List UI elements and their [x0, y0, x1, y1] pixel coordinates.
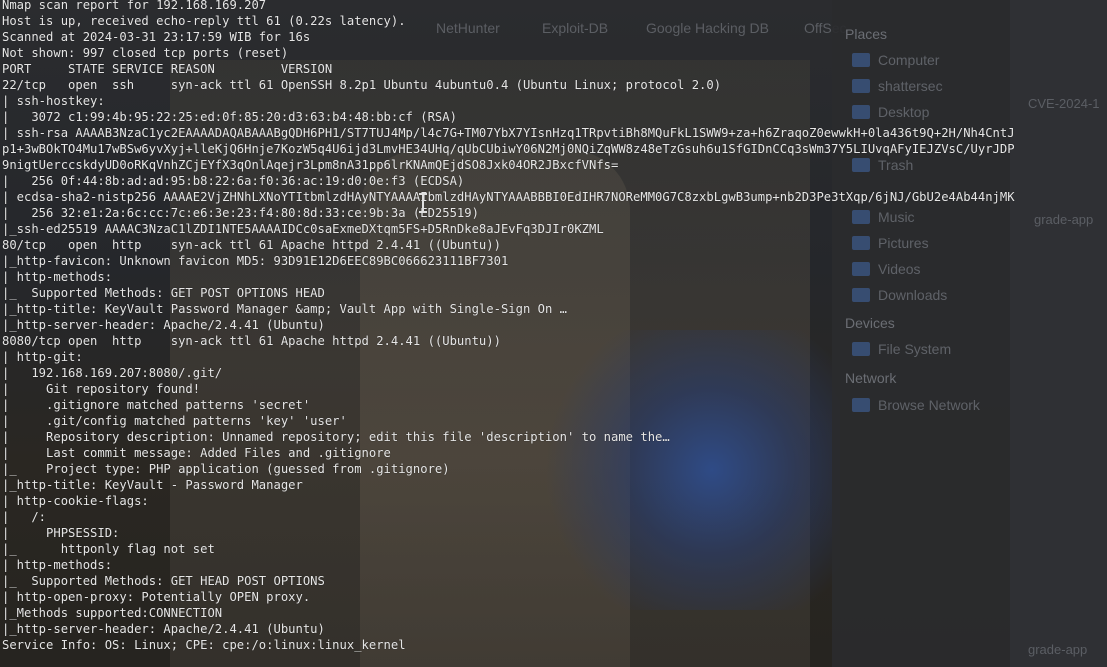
text-cursor [419, 193, 427, 213]
terminal-line: | Git repository found! [2, 382, 201, 396]
terminal-line: |_http-favicon: Unknown favicon MD5: 93D… [2, 254, 509, 268]
terminal-line: 22/tcp open ssh syn-ack ttl 61 OpenSSH 8… [2, 78, 722, 92]
terminal-line: | http-methods: [2, 558, 113, 572]
terminal-line: | .git/config matched patterns 'key' 'us… [2, 414, 347, 428]
terminal-line: Not shown: 997 closed tcp ports (reset) [2, 46, 289, 60]
terminal-line: | ssh-hostkey: [2, 94, 105, 108]
terminal-line: 8080/tcp open http syn-ack ttl 61 Apache… [2, 334, 501, 348]
terminal-line: | http-open-proxy: Potentially OPEN prox… [2, 590, 311, 604]
terminal-line: | 192.168.169.207:8080/.git/ [2, 366, 223, 380]
terminal-line: | /: [2, 510, 47, 524]
terminal-line: Scanned at 2024-03-31 23:17:59 WIB for 1… [2, 30, 311, 44]
terminal-line: |_ Project type: PHP application (guesse… [2, 462, 450, 476]
terminal-line: | PHPSESSID: [2, 526, 120, 540]
terminal-line: | Repository description: Unnamed reposi… [2, 430, 670, 444]
terminal-line: |_ Supported Methods: GET POST OPTIONS H… [2, 286, 325, 300]
terminal-line: |_ httponly flag not set [2, 542, 215, 556]
terminal-line: | ecdsa-sha2-nistp256 AAAAE2VjZHNhLXNoYT… [2, 190, 1015, 204]
terminal-line: Nmap scan report for 192.168.169.207 [2, 0, 267, 12]
terminal-line: | .gitignore matched patterns 'secret' [2, 398, 311, 412]
file-item: grade-app [1034, 212, 1094, 227]
terminal-line: PORT STATE SERVICE REASON VERSION [2, 62, 333, 76]
terminal-line: | 256 32:e1:2a:6c:cc:7c:e6:3e:23:f4:80:8… [2, 206, 479, 220]
terminal-line: |_Methods supported:CONNECTION [2, 606, 223, 620]
terminal-line: |_http-title: KeyVault Password Manager … [2, 302, 567, 316]
terminal-line: | http-methods: [2, 270, 113, 284]
terminal-line: |_http-title: KeyVault - Password Manage… [2, 478, 303, 492]
terminal-line: | http-git: [2, 350, 83, 364]
terminal-line: Host is up, received echo-reply ttl 61 (… [2, 14, 406, 28]
terminal-line: |_ Supported Methods: GET HEAD POST OPTI… [2, 574, 325, 588]
terminal-line: | ssh-rsa AAAAB3NzaC1yc2EAAAADAQABAAABgQ… [2, 126, 1015, 140]
terminal-line: Service Info: OS: Linux; CPE: cpe:/o:lin… [2, 638, 406, 652]
terminal-line: |_ssh-ed25519 AAAAC3NzaC1lZDI1NTE5AAAAID… [2, 222, 604, 236]
terminal-line: |_http-server-header: Apache/2.4.41 (Ubu… [2, 318, 325, 332]
terminal-line: | 3072 c1:99:4b:95:22:25:ed:0f:85:20:d3:… [2, 110, 457, 124]
terminal-line: | Last commit message: Added Files and .… [2, 446, 391, 460]
terminal-line: p1+3wBOkTO4Mu17wBSw6yvXyj+lleKjQ6Hnje7Ko… [2, 142, 1015, 156]
terminal-line: |_http-server-header: Apache/2.4.41 (Ubu… [2, 622, 325, 636]
terminal-line: 80/tcp open http syn-ack ttl 61 Apache h… [2, 238, 501, 252]
terminal-output[interactable]: Nmap scan report for 192.168.169.207 Host… [2, 0, 1015, 653]
terminal-line: 9nigtUerccskdyUD0oRKqVnhZCjEYfX3qOnlAqej… [2, 158, 619, 172]
terminal-line: | http-cookie-flags: [2, 494, 149, 508]
file-item: grade-app [1028, 642, 1088, 657]
file-item: CVE-2024-1 [1028, 96, 1100, 111]
terminal-line: | 256 0f:44:8b:ad:ad:95:b8:22:6a:f0:36:a… [2, 174, 465, 188]
